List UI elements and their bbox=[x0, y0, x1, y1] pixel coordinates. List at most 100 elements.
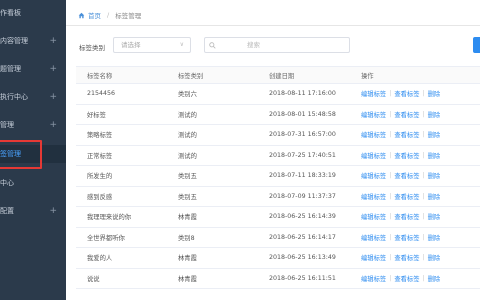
cell-type: 林青霞 bbox=[178, 214, 197, 222]
sidebar-item-label: 执行中心 bbox=[0, 93, 28, 101]
ops-separator: | bbox=[422, 172, 425, 180]
edit-tag-link[interactable]: 编辑标签 bbox=[361, 130, 386, 139]
add-tag-button[interactable] bbox=[473, 37, 480, 53]
header-date: 创建日期 bbox=[269, 72, 295, 80]
ops-separator: | bbox=[389, 172, 392, 180]
ops-separator: | bbox=[422, 254, 425, 262]
delete-tag-link[interactable]: 删除 bbox=[428, 171, 441, 180]
filter-category-label: 标签类别 bbox=[79, 44, 105, 52]
delete-tag-link[interactable]: 删除 bbox=[428, 274, 441, 283]
delete-tag-link[interactable]: 删除 bbox=[428, 130, 441, 139]
view-tag-link[interactable]: 查看标签 bbox=[394, 171, 419, 180]
tag-table: 标签名称 标签类别 创建日期 操作 2154456 类别六 2018-08-11 1… bbox=[76, 66, 480, 289]
sidebar-item-3[interactable]: 执行中心 + bbox=[0, 88, 66, 106]
table-row: 策略标签 测试的 2018-07-31 16:57:00 编辑标签 | 查看标签 | 删除 bbox=[76, 125, 480, 146]
cell-ops: 编辑标签 | 查看标签 | 删除 bbox=[361, 187, 440, 207]
ops-separator: | bbox=[422, 151, 425, 159]
cell-type: 类别8 bbox=[178, 234, 195, 242]
table-body: 2154456 类别六 2018-08-11 17:16:00 编辑标签 | 查看标签 | 删… bbox=[76, 84, 480, 289]
view-tag-link[interactable]: 查看标签 bbox=[394, 89, 419, 98]
view-tag-link[interactable]: 查看标签 bbox=[394, 253, 419, 262]
view-tag-link[interactable]: 查看标签 bbox=[394, 233, 419, 242]
ops-separator: | bbox=[389, 213, 392, 221]
cell-type: 测试的 bbox=[178, 152, 197, 160]
view-tag-link[interactable]: 查看标签 bbox=[394, 151, 419, 160]
ops-separator: | bbox=[389, 254, 392, 262]
cell-type: 林青霞 bbox=[178, 255, 197, 263]
edit-tag-link[interactable]: 编辑标签 bbox=[361, 233, 386, 242]
edit-tag-link[interactable]: 编辑标签 bbox=[361, 171, 386, 180]
cell-name: 我理理来说的你 bbox=[87, 214, 132, 222]
cell-ops: 编辑标签 | 查看标签 | 删除 bbox=[361, 228, 440, 248]
view-tag-link[interactable]: 查看标签 bbox=[394, 274, 419, 283]
plus-icon: + bbox=[49, 206, 57, 216]
ops-separator: | bbox=[389, 192, 392, 200]
table-row: 全世界都听你 类别8 2018-06-25 16:14:17 编辑标签 | 查看标签 | 删除 bbox=[76, 228, 480, 248]
sidebar-item-7[interactable]: 配置 + bbox=[0, 202, 66, 220]
sidebar-item-6[interactable]: 中心 bbox=[0, 174, 66, 192]
breadcrumb-separator: / bbox=[107, 11, 110, 19]
edit-tag-link[interactable]: 编辑标签 bbox=[361, 151, 386, 160]
selection-highlight-box bbox=[0, 140, 42, 169]
delete-tag-link[interactable]: 删除 bbox=[428, 233, 441, 242]
ops-separator: | bbox=[422, 192, 425, 200]
cell-date: 2018-08-11 17:16:00 bbox=[269, 90, 336, 98]
plus-icon: + bbox=[49, 64, 57, 74]
sidebar-item-4[interactable]: 管理 + bbox=[0, 116, 66, 134]
edit-tag-link[interactable]: 编辑标签 bbox=[361, 212, 386, 221]
view-tag-link[interactable]: 查看标签 bbox=[394, 192, 419, 201]
table-row: 我爱的人 林青霞 2018-06-25 16:13:49 编辑标签 | 查看标签 | 删除 bbox=[76, 248, 480, 269]
ops-separator: | bbox=[389, 110, 392, 118]
cell-type: 测试的 bbox=[178, 111, 197, 119]
view-tag-link[interactable]: 查看标签 bbox=[394, 212, 419, 221]
cell-date: 2018-07-09 11:37:37 bbox=[269, 192, 336, 200]
search-icon bbox=[209, 42, 216, 49]
cell-name: 感到反感 bbox=[87, 193, 113, 201]
sidebar-item-label: 内容管理 bbox=[0, 37, 28, 45]
view-tag-link[interactable]: 查看标签 bbox=[394, 130, 419, 139]
cell-date: 2018-07-25 17:40:51 bbox=[269, 151, 336, 159]
sidebar-item-1[interactable]: 内容管理 + bbox=[0, 32, 66, 50]
cell-date: 2018-06-25 16:14:17 bbox=[269, 233, 336, 241]
cell-ops: 编辑标签 | 查看标签 | 删除 bbox=[361, 84, 440, 104]
cell-type: 林青霞 bbox=[178, 275, 197, 283]
breadcrumb-home-link[interactable]: 首页 bbox=[88, 10, 101, 20]
cell-name: 全世界都听你 bbox=[87, 234, 125, 242]
sidebar-item-2[interactable]: 题管理 + bbox=[0, 60, 66, 78]
view-tag-link[interactable]: 查看标签 bbox=[394, 110, 419, 119]
edit-tag-link[interactable]: 编辑标签 bbox=[361, 274, 386, 283]
cell-date: 2018-07-31 16:57:00 bbox=[269, 131, 336, 139]
edit-tag-link[interactable]: 编辑标签 bbox=[361, 89, 386, 98]
ops-separator: | bbox=[389, 151, 392, 159]
edit-tag-link[interactable]: 编辑标签 bbox=[361, 253, 386, 262]
table-row: 我理理来说的你 林青霞 2018-06-25 16:14:39 编辑标签 | 查看标签 | 删… bbox=[76, 207, 480, 228]
sidebar-item-label: 题管理 bbox=[0, 65, 21, 73]
search-input[interactable]: 搜索 bbox=[204, 37, 350, 53]
header-name: 标签名称 bbox=[87, 72, 113, 80]
cell-name: 好标签 bbox=[87, 111, 106, 119]
category-select-placeholder: 请选择 bbox=[121, 41, 141, 49]
cell-ops: 编辑标签 | 查看标签 | 删除 bbox=[361, 166, 440, 186]
category-select[interactable]: 请选择 ∨ bbox=[113, 37, 191, 53]
table-header-row: 标签名称 标签类别 创建日期 操作 bbox=[76, 67, 480, 84]
ops-separator: | bbox=[422, 90, 425, 98]
delete-tag-link[interactable]: 删除 bbox=[428, 89, 441, 98]
ops-separator: | bbox=[389, 131, 392, 139]
table-row: 正常标签 测试的 2018-07-25 17:40:51 编辑标签 | 查看标签 | 删除 bbox=[76, 146, 480, 166]
cell-type: 类别五 bbox=[178, 193, 197, 201]
table-row: 好标签 测试的 2018-08-01 15:48:58 编辑标签 | 查看标签 | 删除 bbox=[76, 105, 480, 125]
edit-tag-link[interactable]: 编辑标签 bbox=[361, 110, 386, 119]
ops-separator: | bbox=[422, 110, 425, 118]
delete-tag-link[interactable]: 删除 bbox=[428, 253, 441, 262]
cell-date: 2018-08-01 15:48:58 bbox=[269, 110, 336, 118]
delete-tag-link[interactable]: 删除 bbox=[428, 192, 441, 201]
cell-ops: 编辑标签 | 查看标签 | 删除 bbox=[361, 248, 440, 268]
main-panel: 标签类别 请选择 ∨ 搜索 标签名称 标签类别 创建日期 操作 2154456 类… bbox=[66, 26, 480, 300]
cell-date: 2018-06-25 16:11:51 bbox=[269, 274, 336, 282]
plus-icon: + bbox=[49, 92, 57, 102]
delete-tag-link[interactable]: 删除 bbox=[428, 212, 441, 221]
delete-tag-link[interactable]: 删除 bbox=[428, 110, 441, 119]
sidebar-item-0[interactable]: 作看板 bbox=[0, 4, 66, 22]
delete-tag-link[interactable]: 删除 bbox=[428, 151, 441, 160]
edit-tag-link[interactable]: 编辑标签 bbox=[361, 192, 386, 201]
